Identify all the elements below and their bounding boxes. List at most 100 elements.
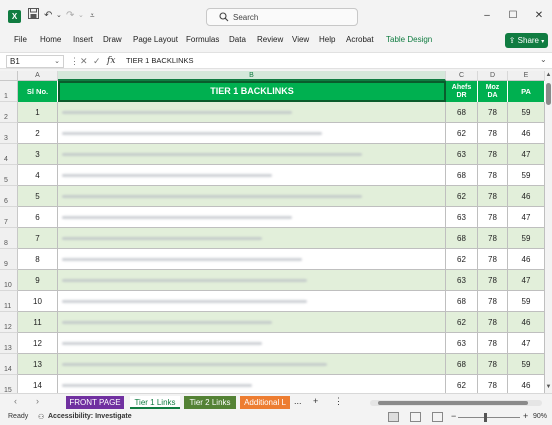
cell-ahrefs-dr[interactable]: 62 (446, 249, 478, 270)
cell-ahrefs-dr[interactable]: 68 (446, 354, 478, 375)
scroll-up-icon[interactable]: ▲ (545, 72, 552, 78)
cell-moz-da[interactable]: 78 (478, 270, 508, 291)
cell-sl-no[interactable]: 5 (18, 186, 58, 207)
cell-sl-no[interactable]: 6 (18, 207, 58, 228)
redo-dropdown-icon[interactable]: ⌄ (78, 8, 84, 24)
cell-moz-da[interactable]: 78 (478, 312, 508, 333)
header-tier1-backlinks[interactable]: TIER 1 BACKLINKS (58, 81, 446, 102)
formula-input[interactable]: TIER 1 BACKLINKS (126, 56, 194, 65)
share-button[interactable]: ⇪ Share ▾ (505, 33, 548, 48)
cell-pa[interactable]: 46 (508, 375, 545, 393)
cell-moz-da[interactable]: 78 (478, 375, 508, 393)
cell-backlink-url[interactable] (58, 102, 446, 123)
column-header-d[interactable]: D (478, 71, 508, 81)
cell-ahrefs-dr[interactable]: 63 (446, 144, 478, 165)
row-header[interactable]: 11 (0, 291, 18, 312)
cell-backlink-url[interactable] (58, 228, 446, 249)
cell-backlink-url[interactable] (58, 123, 446, 144)
page-layout-view-icon[interactable] (410, 412, 421, 422)
worksheet-grid[interactable]: A B C D E Sl No. TIER 1 BACKLINKS Ahefs … (0, 71, 552, 393)
cell-moz-da[interactable]: 78 (478, 333, 508, 354)
name-box[interactable]: B1 ⌄ (6, 55, 64, 68)
row-header[interactable]: 13 (0, 333, 18, 354)
sheet-tab-additional[interactable]: Additional L (240, 396, 290, 409)
more-options-icon[interactable]: ⋮ (70, 55, 79, 68)
cell-sl-no[interactable]: 10 (18, 291, 58, 312)
cell-sl-no[interactable]: 1 (18, 102, 58, 123)
cell-pa[interactable]: 46 (508, 312, 545, 333)
cell-pa[interactable]: 46 (508, 186, 545, 207)
customize-toolbar-icon[interactable]: ⩡ (90, 8, 95, 24)
cell-moz-da[interactable]: 78 (478, 102, 508, 123)
sheet-options-icon[interactable]: ⋮ (334, 396, 343, 407)
cell-pa[interactable]: 47 (508, 270, 545, 291)
maximize-icon[interactable]: ☐ (504, 8, 522, 24)
tab-table-design[interactable]: Table Design (386, 35, 432, 44)
cell-backlink-url[interactable] (58, 186, 446, 207)
cell-ahrefs-dr[interactable]: 68 (446, 165, 478, 186)
more-sheets-icon[interactable]: ... (294, 396, 302, 406)
row-header[interactable]: 12 (0, 312, 18, 333)
select-all-corner[interactable] (0, 71, 18, 81)
row-header[interactable]: 5 (0, 165, 18, 186)
cell-backlink-url[interactable] (58, 249, 446, 270)
cell-pa[interactable]: 59 (508, 354, 545, 375)
cell-sl-no[interactable]: 7 (18, 228, 58, 249)
sheet-tab-tier2-links[interactable]: Tier 2 Links (184, 396, 236, 409)
cell-backlink-url[interactable] (58, 291, 446, 312)
horizontal-scroll-thumb[interactable] (378, 401, 528, 405)
expand-formula-bar-icon[interactable]: ⌄ (540, 55, 547, 64)
tab-data[interactable]: Data (229, 35, 246, 44)
undo-icon[interactable]: ↶ (44, 8, 52, 24)
save-icon[interactable] (28, 8, 39, 24)
cell-backlink-url[interactable] (58, 375, 446, 393)
cell-moz-da[interactable]: 78 (478, 228, 508, 249)
undo-dropdown-icon[interactable]: ⌄ (56, 8, 62, 24)
row-header[interactable]: 15 (0, 375, 18, 393)
tab-page-layout[interactable]: Page Layout (133, 35, 178, 44)
vertical-scroll-thumb[interactable] (546, 83, 551, 105)
column-header-a[interactable]: A (18, 71, 58, 81)
scroll-down-icon[interactable]: ▼ (545, 384, 552, 390)
cell-ahrefs-dr[interactable]: 68 (446, 291, 478, 312)
row-header[interactable]: 14 (0, 354, 18, 375)
header-sl-no[interactable]: Sl No. (18, 81, 58, 102)
zoom-out-button[interactable]: − (451, 411, 456, 421)
cell-sl-no[interactable]: 13 (18, 354, 58, 375)
name-box-dropdown-icon[interactable]: ⌄ (54, 56, 60, 67)
zoom-in-button[interactable]: + (523, 411, 528, 421)
search-box[interactable]: Search (206, 8, 358, 26)
vertical-scrollbar[interactable]: ▲ ▼ (545, 71, 552, 393)
header-ahrefs-dr[interactable]: Ahefs DR (446, 81, 478, 102)
insert-function-icon[interactable]: fx (107, 55, 115, 68)
header-pa[interactable]: PA (508, 81, 545, 102)
cell-sl-no[interactable]: 4 (18, 165, 58, 186)
cell-ahrefs-dr[interactable]: 63 (446, 270, 478, 291)
tab-home[interactable]: Home (40, 35, 61, 44)
cell-moz-da[interactable]: 78 (478, 186, 508, 207)
page-break-view-icon[interactable] (432, 412, 443, 422)
cell-moz-da[interactable]: 78 (478, 207, 508, 228)
header-moz-da[interactable]: Moz DA (478, 81, 508, 102)
sheet-tab-tier1-links[interactable]: Tier 1 Links (130, 396, 180, 409)
cell-pa[interactable]: 46 (508, 249, 545, 270)
cell-backlink-url[interactable] (58, 207, 446, 228)
cell-backlink-url[interactable] (58, 144, 446, 165)
cell-pa[interactable]: 59 (508, 291, 545, 312)
horizontal-scrollbar[interactable] (370, 400, 542, 406)
cell-sl-no[interactable]: 11 (18, 312, 58, 333)
cell-backlink-url[interactable] (58, 165, 446, 186)
enter-icon[interactable]: ✓ (93, 55, 101, 68)
column-header-c[interactable]: C (446, 71, 478, 81)
column-header-e[interactable]: E (508, 71, 545, 81)
cell-moz-da[interactable]: 78 (478, 123, 508, 144)
cell-moz-da[interactable]: 78 (478, 354, 508, 375)
cell-sl-no[interactable]: 9 (18, 270, 58, 291)
column-header-b[interactable]: B (58, 71, 446, 81)
cell-pa[interactable]: 47 (508, 207, 545, 228)
cell-pa[interactable]: 47 (508, 144, 545, 165)
cell-ahrefs-dr[interactable]: 68 (446, 228, 478, 249)
cell-ahrefs-dr[interactable]: 68 (446, 102, 478, 123)
cell-backlink-url[interactable] (58, 312, 446, 333)
row-header[interactable]: 2 (0, 102, 18, 123)
